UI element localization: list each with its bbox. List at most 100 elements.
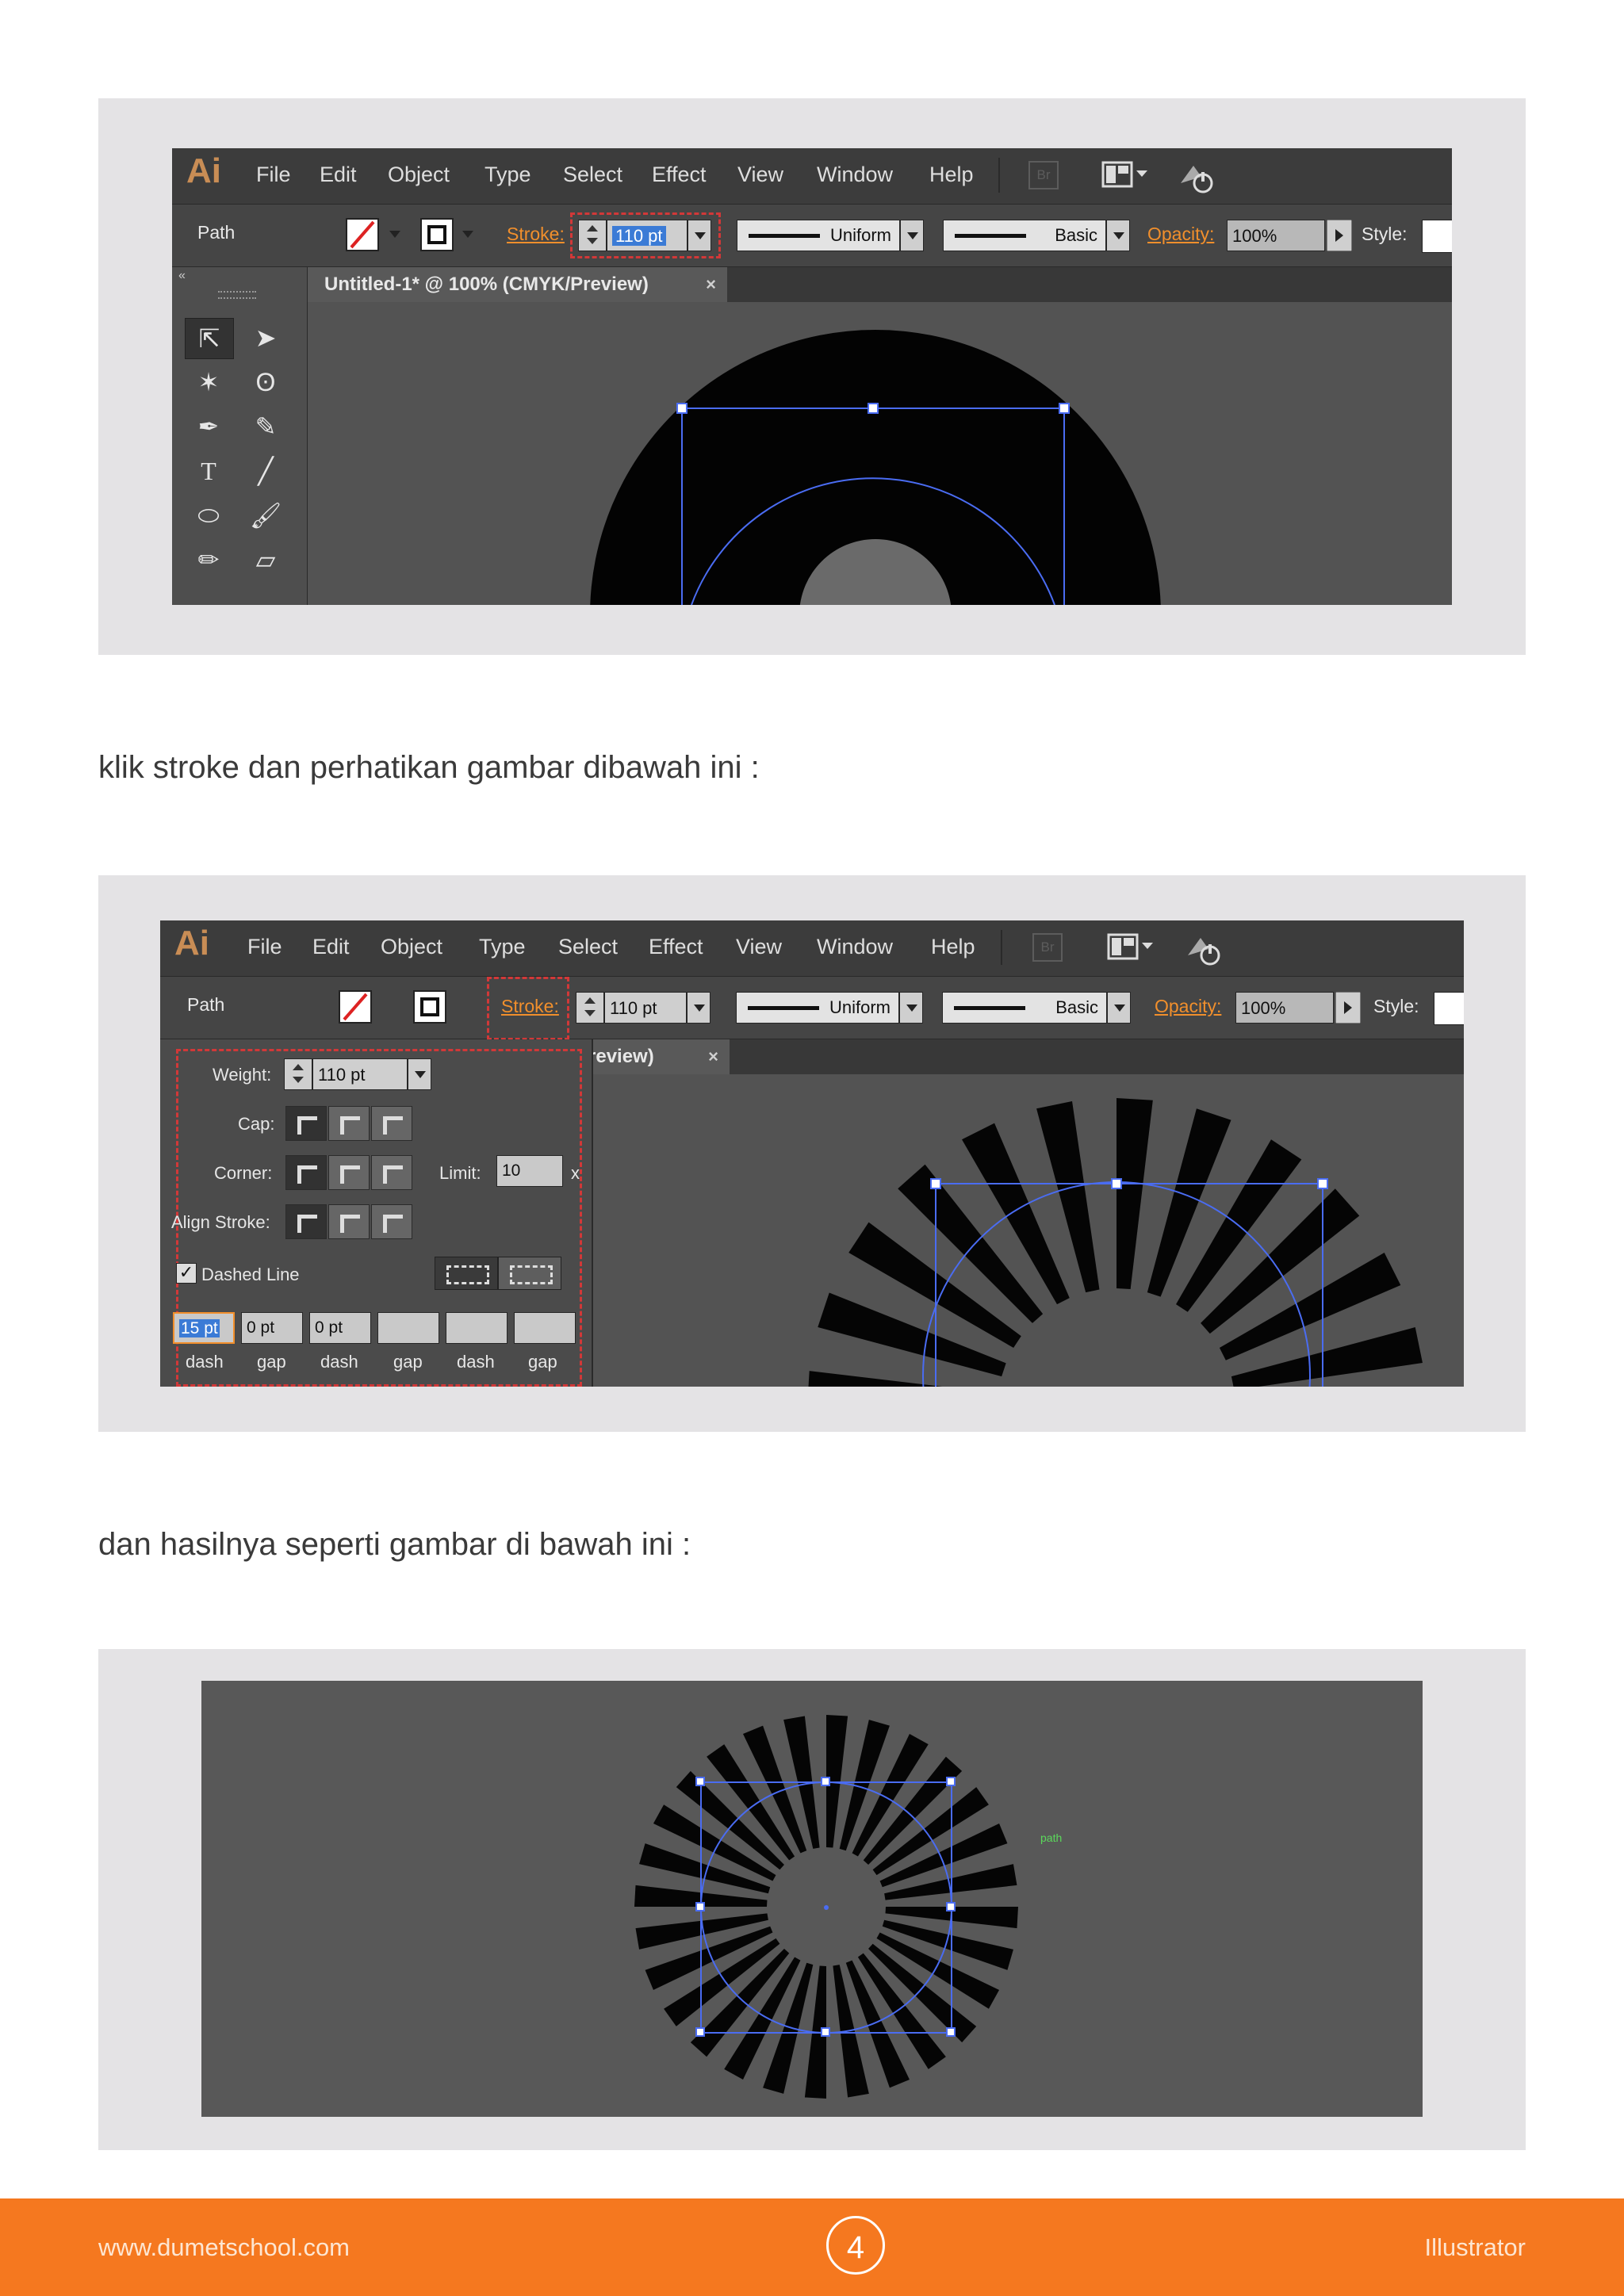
- stroke-weight-spinner[interactable]: [576, 992, 604, 1024]
- align-dash-icon[interactable]: [498, 1257, 561, 1290]
- selection-handle[interactable]: [946, 1777, 956, 1786]
- brush-definition[interactable]: Basic: [943, 220, 1106, 251]
- panel-grip[interactable]: [218, 291, 256, 299]
- opacity-label[interactable]: Opacity:: [1147, 224, 1214, 245]
- menu-effect[interactable]: Effect: [649, 935, 703, 959]
- fill-swatch-icon[interactable]: [338, 989, 374, 1024]
- paintbrush-tool-icon[interactable]: 🖌: [242, 496, 289, 535]
- menu-window[interactable]: Window: [817, 163, 893, 187]
- workspace-switcher-icon[interactable]: [1107, 932, 1158, 963]
- collapse-panel-icon[interactable]: «: [178, 269, 186, 283]
- menu-type[interactable]: Type: [485, 163, 531, 187]
- selection-handle[interactable]: [695, 2027, 705, 2037]
- ellipse-tool-icon[interactable]: ⬭: [185, 496, 232, 535]
- stroke-weight-input[interactable]: 110 pt: [604, 992, 687, 1024]
- line-tool-icon[interactable]: ╱: [242, 451, 289, 491]
- pencil-tool-icon[interactable]: ✏: [185, 540, 232, 580]
- selection-handle[interactable]: [868, 403, 879, 414]
- artboard-canvas-1[interactable]: [308, 302, 1452, 605]
- round-cap-icon[interactable]: [328, 1106, 370, 1141]
- dash-1-input[interactable]: 15 pt: [173, 1312, 235, 1344]
- document-tab[interactable]: Untitled-1* @ 100% (CMYK/Preview) ×: [307, 267, 727, 302]
- opacity-arrow-icon[interactable]: [1335, 992, 1361, 1024]
- selection-handle[interactable]: [676, 403, 688, 414]
- menu-window[interactable]: Window: [817, 935, 893, 959]
- selection-handle[interactable]: [821, 2027, 830, 2037]
- selection-handle[interactable]: [695, 1902, 705, 1911]
- weight-input[interactable]: 110 pt: [312, 1058, 408, 1090]
- projecting-cap-icon[interactable]: [371, 1106, 412, 1141]
- selection-handle[interactable]: [930, 1178, 941, 1189]
- close-tab-icon[interactable]: ×: [706, 267, 716, 302]
- menu-view[interactable]: View: [737, 163, 783, 187]
- selection-handle[interactable]: [695, 1777, 705, 1786]
- round-join-icon[interactable]: [328, 1155, 370, 1190]
- menu-edit[interactable]: Edit: [320, 163, 357, 187]
- selection-handle[interactable]: [1059, 403, 1070, 414]
- selection-handle[interactable]: [946, 2027, 956, 2037]
- gap-2-input[interactable]: [377, 1312, 439, 1344]
- dashed-line-checkbox[interactable]: ✓: [176, 1263, 197, 1284]
- pen-tool-icon[interactable]: ✒: [185, 407, 232, 446]
- menu-type[interactable]: Type: [479, 935, 526, 959]
- stroke-swatch-icon[interactable]: [419, 217, 456, 252]
- stroke-weight-dropdown[interactable]: [687, 992, 710, 1024]
- variable-width-profile[interactable]: Uniform: [736, 992, 899, 1024]
- close-tab-icon[interactable]: ×: [708, 1039, 718, 1074]
- stroke-swatch-icon[interactable]: [412, 989, 449, 1024]
- menu-help[interactable]: Help: [931, 935, 975, 959]
- stroke-label[interactable]: Stroke:: [507, 224, 565, 245]
- menu-help[interactable]: Help: [929, 163, 974, 187]
- selection-handle[interactable]: [946, 1902, 956, 1911]
- bevel-join-icon[interactable]: [371, 1155, 412, 1190]
- gap-3-input[interactable]: [514, 1312, 576, 1344]
- menu-effect[interactable]: Effect: [652, 163, 707, 187]
- style-swatch[interactable]: [1434, 992, 1464, 1025]
- magic-wand-tool-icon[interactable]: ✶: [185, 362, 232, 402]
- menu-edit[interactable]: Edit: [312, 935, 350, 959]
- opacity-input[interactable]: 100%: [1227, 220, 1325, 251]
- align-inside-icon[interactable]: [328, 1204, 370, 1239]
- selection-handle[interactable]: [1111, 1178, 1122, 1189]
- profile-dropdown[interactable]: [900, 220, 924, 251]
- fill-swatch-icon[interactable]: [345, 217, 381, 252]
- align-outside-icon[interactable]: [371, 1204, 412, 1239]
- dashed-circle-result[interactable]: [201, 1681, 1423, 2117]
- preserve-dash-icon[interactable]: [435, 1257, 498, 1290]
- gap-1-input[interactable]: 0 pt: [241, 1312, 303, 1344]
- artboard-canvas-2[interactable]: [593, 1074, 1464, 1387]
- menu-file[interactable]: File: [256, 163, 291, 187]
- footer-website[interactable]: www.dumetschool.com: [98, 2233, 350, 2262]
- stroke-swatch-dropdown[interactable]: [456, 219, 475, 251]
- direct-selection-tool-icon[interactable]: ➤: [242, 318, 289, 358]
- dash-3-input[interactable]: [446, 1312, 508, 1344]
- butt-cap-icon[interactable]: [285, 1106, 327, 1141]
- limit-input[interactable]: 10: [496, 1155, 563, 1187]
- menu-select[interactable]: Select: [563, 163, 622, 187]
- sync-icon[interactable]: [1185, 932, 1223, 966]
- opacity-input[interactable]: 100%: [1235, 992, 1334, 1024]
- menu-object[interactable]: Object: [381, 935, 442, 959]
- weight-spinner[interactable]: [284, 1058, 312, 1090]
- align-center-icon[interactable]: [285, 1204, 327, 1239]
- fill-dropdown[interactable]: [383, 219, 402, 251]
- type-tool-icon[interactable]: T: [185, 451, 232, 491]
- bridge-icon[interactable]: Br: [1032, 933, 1063, 962]
- brush-definition[interactable]: Basic: [942, 992, 1107, 1024]
- menu-view[interactable]: View: [736, 935, 782, 959]
- bridge-icon[interactable]: Br: [1028, 161, 1059, 189]
- opacity-label[interactable]: Opacity:: [1155, 996, 1221, 1017]
- curvature-tool-icon[interactable]: ✎: [242, 407, 289, 446]
- brush-dropdown[interactable]: [1107, 992, 1131, 1024]
- selection-tool-icon[interactable]: ⇱: [185, 318, 234, 359]
- document-tab[interactable]: review) ×: [588, 1039, 730, 1074]
- miter-join-icon[interactable]: [285, 1155, 327, 1190]
- sync-icon[interactable]: [1178, 159, 1216, 194]
- profile-dropdown[interactable]: [899, 992, 923, 1024]
- workspace-switcher-icon[interactable]: [1101, 159, 1152, 191]
- variable-width-profile[interactable]: Uniform: [737, 220, 900, 251]
- lasso-tool-icon[interactable]: ʘ: [242, 362, 289, 402]
- menu-select[interactable]: Select: [558, 935, 618, 959]
- weight-dropdown[interactable]: [408, 1058, 431, 1090]
- brush-dropdown[interactable]: [1106, 220, 1130, 251]
